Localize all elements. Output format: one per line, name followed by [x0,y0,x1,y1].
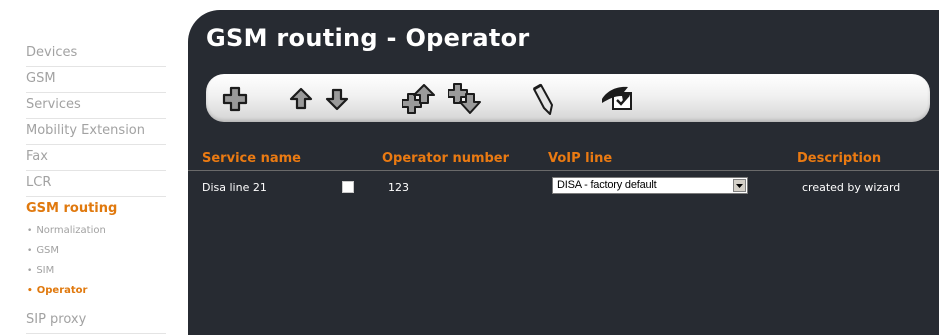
column-header-service-name: Service name [202,151,301,166]
dropdown-arrow-icon[interactable] [733,179,746,192]
edit-pencil-icon [533,83,553,115]
add-button[interactable] [220,84,250,114]
sidebar-subitem-label: SIM [36,265,55,276]
arrow-down-icon [325,88,349,111]
bullet-icon: • [27,226,33,236]
move-to-bottom-icon [448,83,481,114]
sidebar-item-gsm[interactable]: GSM [26,70,166,93]
select-all-button[interactable] [600,84,640,114]
toolbar [206,74,930,122]
bullet-icon: • [27,266,33,276]
column-header-description: Description [797,151,882,166]
header-divider [188,170,939,171]
row-select-checkbox[interactable] [342,181,354,193]
move-to-bottom-button[interactable] [448,83,482,114]
page-title: GSM routing - Operator [206,24,530,52]
sidebar-subitem-gsm[interactable]: • GSM [27,244,59,258]
sidebar-nav: Devices GSM Services Mobility Extension … [0,38,176,335]
bullet-icon: • [27,286,33,296]
sidebar-item-devices[interactable]: Devices [26,44,166,67]
cell-operator-number: 123 [388,181,409,194]
move-down-button[interactable] [322,84,352,114]
move-to-top-button[interactable] [402,84,436,114]
edit-button[interactable] [528,83,558,115]
add-icon [222,86,248,112]
sidebar-item-sip-proxy[interactable]: SIP proxy [26,311,166,334]
sidebar-subitem-label: Normalization [36,225,106,236]
main-panel: GSM routing - Operator Service name Oper… [188,10,939,335]
sidebar-subitem-label: GSM [36,245,60,256]
arrow-up-icon [289,87,313,110]
sidebar-subitem-normalization[interactable]: • Normalization [27,224,106,238]
voip-line-select[interactable]: DISA - factory default [552,177,748,194]
move-to-top-icon [402,84,435,114]
sidebar-subitem-operator[interactable]: • Operator [27,284,87,298]
move-up-button[interactable] [286,84,316,114]
column-header-operator-number: Operator number [382,151,510,166]
sidebar-item-fax[interactable]: Fax [26,148,166,171]
select-all-icon [602,86,632,110]
sidebar-item-mobility-extension[interactable]: Mobility Extension [26,122,166,145]
cell-description: created by wizard [802,181,901,194]
sidebar-item-lcr[interactable]: LCR [26,174,166,197]
bullet-icon: • [27,246,33,256]
sidebar-subitem-label: Operator [36,285,88,296]
cell-service-name: Disa line 21 [202,181,267,194]
sidebar-item-gsm-routing[interactable]: GSM routing [26,200,166,222]
voip-line-selected-value: DISA - factory default [557,179,657,191]
sidebar-subitem-sim[interactable]: • SIM [27,264,54,278]
column-header-voip-line: VoIP line [548,151,613,166]
sidebar-item-services[interactable]: Services [26,96,166,119]
